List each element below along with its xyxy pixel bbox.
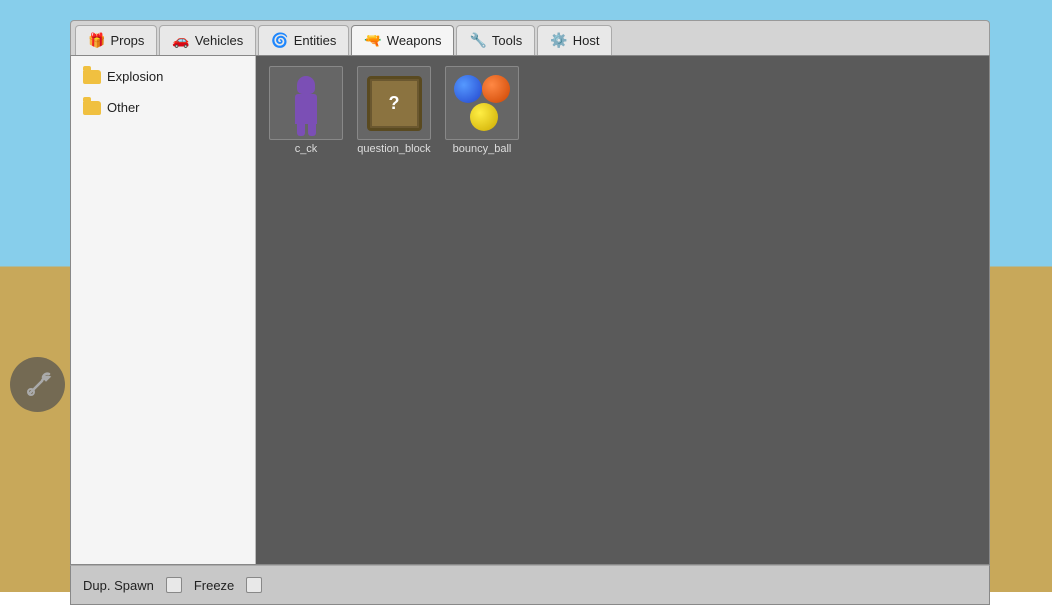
purple-figure	[291, 76, 321, 131]
weapons-icon: 🔫	[364, 32, 381, 49]
ball-blue	[454, 75, 482, 103]
tab-vehicles[interactable]: 🚗 Vehicles	[159, 25, 256, 55]
props-icon: 🎁	[88, 32, 105, 49]
sidebar-item-other[interactable]: Other	[71, 92, 255, 123]
purple-leg-left	[297, 124, 305, 136]
item-question-block-preview: ?	[357, 66, 431, 140]
tab-props[interactable]: 🎁 Props	[75, 25, 157, 55]
item-bouncy-ball[interactable]: bouncy_ball	[442, 66, 522, 554]
freeze-label: Freeze	[194, 578, 234, 593]
sidebar-label-explosion: Explosion	[107, 69, 163, 84]
purple-head	[297, 76, 315, 94]
item-question-block[interactable]: ? question_block	[354, 66, 434, 554]
ball-orange	[482, 75, 510, 103]
content-area: Explosion Other	[70, 55, 990, 565]
sidebar-label-other: Other	[107, 100, 140, 115]
dup-spawn-checkbox[interactable]	[166, 577, 182, 593]
ball-yellow	[470, 103, 498, 131]
tab-weapons-label: Weapons	[387, 33, 442, 48]
tab-host[interactable]: ⚙️ Host	[537, 25, 612, 55]
dup-spawn-label: Dup. Spawn	[83, 578, 154, 593]
tab-bar: 🎁 Props 🚗 Vehicles 🌀 Entities 🔫 Weapons …	[70, 20, 990, 55]
question-block-image: ?	[367, 76, 422, 131]
freeze-checkbox[interactable]	[246, 577, 262, 593]
tab-entities[interactable]: 🌀 Entities	[258, 25, 349, 55]
tools-icon: 🔧	[469, 32, 486, 49]
host-icon: ⚙️	[550, 32, 567, 49]
item-question-block-label: question_block	[357, 143, 430, 155]
tab-host-label: Host	[573, 33, 600, 48]
item-c-ck-preview	[269, 66, 343, 140]
item-c-ck[interactable]: c_ck	[266, 66, 346, 554]
items-grid: c_ck ? question_block	[266, 66, 979, 554]
sidebar: Explosion Other	[71, 56, 256, 564]
footer: Dup. Spawn Freeze	[70, 565, 990, 605]
folder-icon-explosion	[83, 70, 101, 84]
tab-vehicles-label: Vehicles	[195, 33, 243, 48]
sidebar-item-explosion[interactable]: Explosion	[71, 61, 255, 92]
ball-container	[452, 73, 512, 133]
item-c-ck-label: c_ck	[295, 143, 318, 155]
folder-icon-other	[83, 101, 101, 115]
purple-legs	[291, 124, 321, 136]
tab-tools-label: Tools	[492, 33, 522, 48]
wrench-icon	[10, 357, 65, 412]
item-bouncy-ball-preview	[445, 66, 519, 140]
vehicles-icon: 🚗	[172, 32, 189, 49]
items-area: c_ck ? question_block	[256, 56, 989, 564]
tab-weapons[interactable]: 🔫 Weapons	[351, 25, 454, 55]
main-panel: 🎁 Props 🚗 Vehicles 🌀 Entities 🔫 Weapons …	[70, 20, 990, 580]
item-bouncy-ball-label: bouncy_ball	[453, 143, 512, 155]
tab-entities-label: Entities	[294, 33, 337, 48]
tab-props-label: Props	[110, 33, 144, 48]
purple-body	[295, 94, 317, 124]
tab-tools[interactable]: 🔧 Tools	[456, 25, 535, 55]
entities-icon: 🌀	[271, 32, 288, 49]
purple-leg-right	[308, 124, 316, 136]
